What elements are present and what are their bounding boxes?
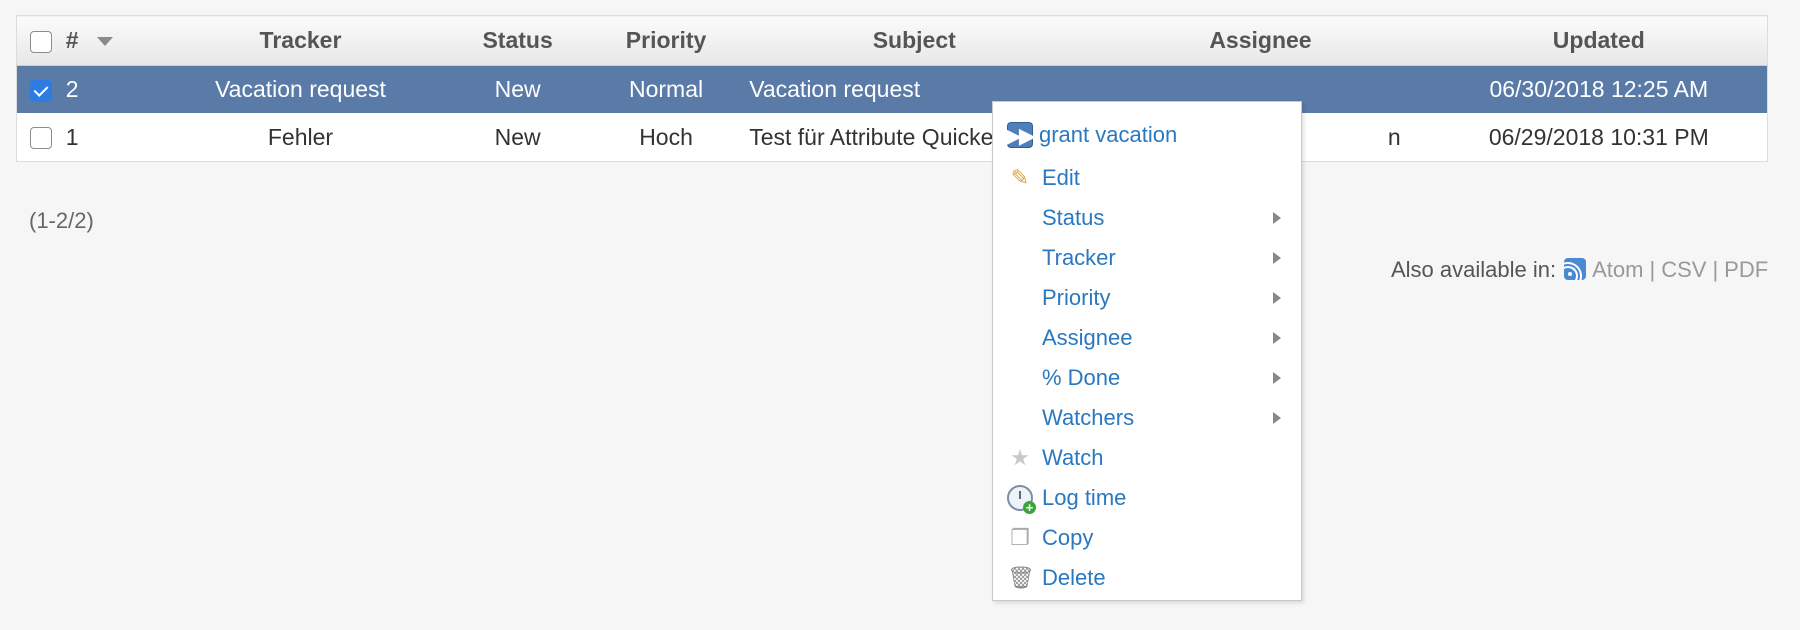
sort-desc-icon[interactable] [96, 37, 113, 47]
menu-item-copy[interactable]: ❐ Copy [993, 518, 1301, 558]
copy-icon: ❐ [1010, 525, 1030, 550]
issue-tracker: Fehler [267, 123, 334, 150]
row-checkbox-cell [16, 65, 66, 113]
issue-updated: 06/30/2018 12:25 AM [1430, 65, 1768, 113]
issue-status: New [441, 65, 594, 113]
submenu-arrow-icon [1273, 372, 1281, 384]
menu-item-log-time[interactable]: Log time [993, 478, 1301, 518]
column-header-id-label: # [65, 27, 79, 53]
column-header-assignee[interactable]: Assignee [1090, 15, 1431, 66]
format-separator: | [1649, 257, 1656, 282]
menu-item-edit[interactable]: ✎ Edit [993, 158, 1301, 198]
menu-item-done-ratio[interactable]: % Done [993, 358, 1301, 398]
menu-item-delete[interactable]: 🗑 Delete [993, 558, 1301, 598]
table-row[interactable]: 1 Fehler New Hoch Test für Attribute Qui… [17, 113, 1768, 162]
format-separator: | [1712, 257, 1719, 282]
table-header-row: # Tracker Status Priority Subject Assign… [16, 15, 1768, 66]
issue-status: New [494, 123, 541, 150]
context-menu: ▶▶ grant vacation ✎ Edit Status Tracker … [992, 101, 1302, 601]
trash-icon: 🗑 [1007, 565, 1035, 590]
other-formats: Also available in: Atom | CSV | PDF [1391, 257, 1768, 283]
select-all-checkbox[interactable] [30, 30, 53, 53]
issue-priority: Normal [593, 65, 739, 113]
issue-priority: Hoch [639, 123, 693, 150]
column-header-subject[interactable]: Subject [738, 15, 1091, 66]
submenu-arrow-icon [1273, 292, 1281, 304]
pencil-icon: ✎ [1010, 165, 1030, 190]
issue-id[interactable]: 2 [65, 65, 160, 113]
select-all-cell [16, 15, 66, 66]
menu-item-assignee[interactable]: Assignee [993, 318, 1301, 358]
menu-item-watchers[interactable]: Watchers [993, 398, 1301, 438]
menu-item-grant-vacation[interactable]: ▶▶ grant vacation [993, 115, 1301, 155]
column-header-id[interactable]: # [65, 15, 160, 66]
submenu-arrow-icon [1273, 212, 1281, 224]
csv-link[interactable]: CSV [1661, 257, 1706, 282]
issues-table: # Tracker Status Priority Subject Assign… [16, 15, 1768, 162]
issue-id[interactable]: 1 [66, 113, 160, 162]
other-formats-label: Also available in: [1391, 257, 1557, 282]
feed-icon[interactable] [1564, 258, 1587, 280]
menu-item-tracker[interactable]: Tracker [993, 238, 1301, 278]
fast-forward-icon: ▶▶ [1005, 122, 1036, 148]
clock-add-icon [1007, 485, 1036, 514]
menu-item-status[interactable]: Status [993, 198, 1301, 238]
row-checkbox[interactable] [30, 79, 53, 102]
table-row[interactable]: 2 Vacation request New Normal Vacation r… [16, 65, 1768, 113]
issue-updated: 06/29/2018 10:31 PM [1488, 123, 1709, 150]
row-checkbox[interactable] [30, 127, 53, 150]
submenu-arrow-icon [1273, 252, 1281, 264]
pagination-count: (1-2/2) [29, 208, 94, 233]
submenu-arrow-icon [1273, 412, 1281, 424]
column-header-tracker[interactable]: Tracker [159, 15, 442, 66]
row-checkbox-cell [17, 113, 66, 162]
issue-tracker: Vacation request [159, 65, 442, 113]
column-header-priority[interactable]: Priority [593, 15, 739, 66]
pdf-link[interactable]: PDF [1724, 257, 1768, 282]
menu-item-watch[interactable]: ★ Watch [993, 438, 1301, 478]
column-header-updated[interactable]: Updated [1430, 15, 1768, 66]
menu-item-priority[interactable]: Priority [993, 278, 1301, 318]
submenu-arrow-icon [1273, 332, 1281, 344]
atom-link[interactable]: Atom [1592, 257, 1643, 282]
star-icon: ★ [1010, 445, 1030, 470]
column-header-status[interactable]: Status [441, 15, 594, 66]
